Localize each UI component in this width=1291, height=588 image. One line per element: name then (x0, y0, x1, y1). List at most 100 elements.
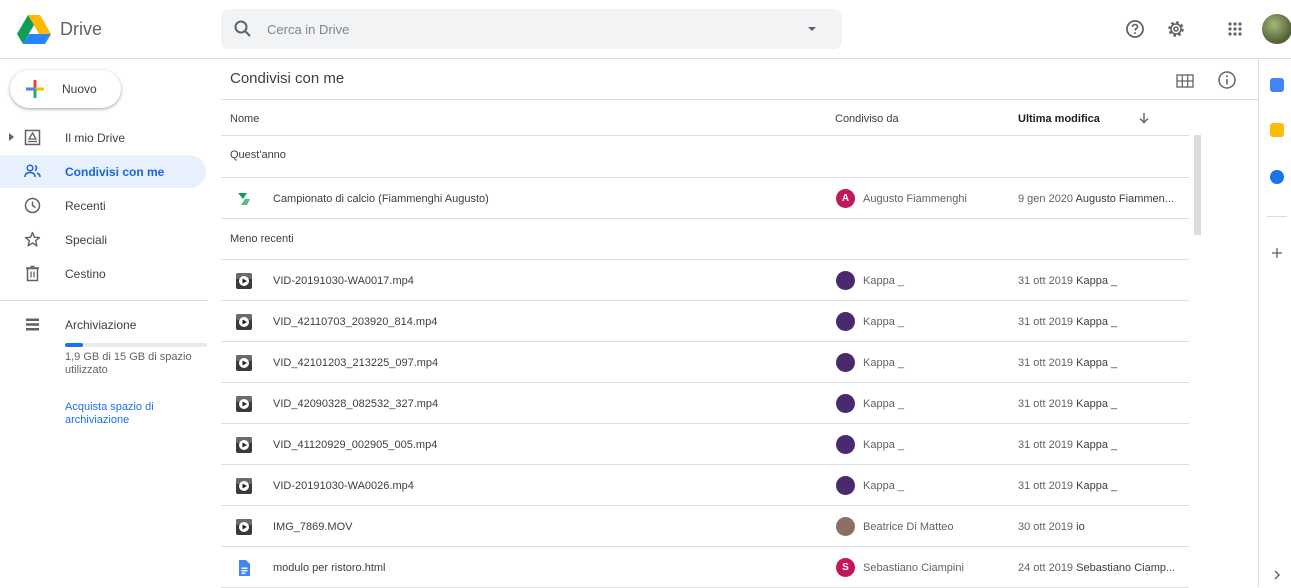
column-header-divider (221, 135, 1189, 136)
file-name: modulo per ristoro.html (273, 562, 386, 574)
storage-usage-text: 1,9 GB di 15 GB di spazio utilizzato (65, 351, 192, 376)
storage-progress-fill (65, 343, 84, 347)
search-icon[interactable] (233, 19, 253, 39)
modified-date: 31 ott 2019 Kappa _ (1018, 398, 1118, 410)
owner-name: Kappa _ (863, 275, 904, 287)
sidebar-item-starred[interactable]: Speciali (0, 223, 206, 256)
modified-date: 31 ott 2019 Kappa _ (1018, 275, 1118, 287)
app-name[interactable]: Drive (60, 19, 102, 40)
new-button[interactable]: Nuovo (10, 70, 121, 108)
file-row[interactable]: VID-20191030-WA0017.mp4 Kappa _ 31 ott 201… (221, 260, 1189, 301)
help-icon[interactable] (1124, 18, 1146, 40)
storage-icon (26, 318, 39, 331)
modified-date: 31 ott 2019 Kappa _ (1018, 316, 1118, 328)
file-name: VID_42101203_213225_097.mp4 (273, 357, 439, 369)
sidebar-divider (0, 300, 208, 301)
owner-avatar[interactable]: S (836, 558, 855, 577)
shared-sheet-icon (238, 193, 250, 205)
file-row[interactable]: VID_42101203_213225_097.mp4 Kappa _ 31 ott… (221, 342, 1189, 383)
search-input[interactable] (267, 17, 787, 41)
owner-avatar[interactable] (836, 271, 855, 290)
owner-name: Kappa _ (863, 480, 904, 492)
owner-name: Kappa _ (863, 357, 904, 369)
file-name: VID_42110703_203920_814.mp4 (273, 316, 438, 328)
file-row[interactable]: VID_41120929_002905_005.mp4 Kappa _ 31 ott… (221, 424, 1189, 465)
file-name: Campionato di calcio (Fiammenghi Augusto… (273, 193, 489, 205)
main-content: Condivisi con me Nome Condiviso da Ultim… (221, 59, 1258, 588)
column-header-shared-by[interactable]: Condiviso da (835, 113, 899, 125)
plus-icon (26, 80, 44, 98)
drive-logo-icon[interactable] (17, 15, 51, 45)
settings-gear-icon[interactable] (1165, 18, 1187, 40)
chevron-right-icon[interactable] (1272, 569, 1282, 581)
keep-icon[interactable] (1270, 123, 1284, 137)
sidebar-item-label: Recenti (65, 199, 106, 213)
video-thumbnail-icon (236, 396, 252, 412)
file-row[interactable]: IMG_7869.MOV Beatrice Di Matteo 30 ott 201… (221, 506, 1189, 547)
owner-avatar[interactable] (836, 435, 855, 454)
owner-avatar[interactable]: A (836, 189, 855, 208)
sidebar-item-my-drive[interactable]: Il mio Drive (0, 121, 206, 154)
my-drive-icon (24, 129, 41, 146)
owner-name: Kappa _ (863, 398, 904, 410)
side-panel-divider (1267, 216, 1287, 217)
tasks-icon[interactable] (1270, 170, 1284, 184)
sidebar-item-storage[interactable]: Archiviazione (0, 308, 206, 341)
sidebar-item-label: Condivisi con me (65, 165, 165, 179)
column-header-modified[interactable]: Ultima modifica (1018, 113, 1100, 125)
shared-with-me-icon (24, 164, 41, 178)
sidebar-item-recent[interactable]: Recenti (0, 189, 206, 222)
buy-storage-link[interactable]: Acquista spazio di archiviazione (65, 401, 205, 427)
document-icon (239, 560, 250, 576)
apps-grid-icon[interactable] (1224, 18, 1246, 40)
modified-date: 24 ott 2019 Sebastiano Ciamp... (1018, 562, 1176, 574)
grid-view-icon[interactable] (1176, 73, 1194, 89)
scrollbar-thumb[interactable] (1194, 135, 1201, 235)
search-bar[interactable] (221, 9, 842, 49)
video-thumbnail-icon (236, 478, 252, 494)
file-row[interactable]: Campionato di calcio (Fiammenghi Augusto… (221, 178, 1189, 219)
sidebar-item-label: Il mio Drive (65, 131, 126, 145)
modified-date: 9 gen 2020 Augusto Fiammen... (1018, 193, 1174, 205)
file-row[interactable]: VID_42090328_082532_327.mp4 Kappa _ 31 ott… (221, 383, 1189, 424)
owner-avatar[interactable] (836, 517, 855, 536)
add-addon-icon[interactable] (1271, 247, 1283, 259)
sidebar-item-trash[interactable]: Cestino (0, 257, 206, 290)
side-panel (1258, 59, 1291, 587)
file-row[interactable]: VID_42110703_203920_814.mp4 Kappa _ 31 ott… (221, 301, 1189, 342)
section-label-older: Meno recenti (230, 233, 294, 245)
calendar-icon[interactable] (1270, 78, 1284, 92)
sidebar-item-shared-with-me[interactable]: Condivisi con me (0, 155, 206, 188)
column-header-name[interactable]: Nome (230, 113, 259, 125)
file-row[interactable]: VID-20191030-WA0026.mp4 Kappa _ 31 ott 201… (221, 465, 1189, 506)
top-bar: Drive (0, 0, 1291, 59)
modified-date: 31 ott 2019 Kappa _ (1018, 480, 1118, 492)
storage-progress-bar (65, 343, 207, 347)
file-row[interactable]: modulo per ristoro.html S Sebastiano Ciamp… (221, 547, 1189, 588)
account-avatar[interactable] (1262, 14, 1291, 44)
new-button-label: Nuovo (62, 82, 97, 96)
header-divider (221, 99, 1258, 100)
search-options-icon[interactable] (804, 21, 820, 37)
owner-name: Kappa _ (863, 316, 904, 328)
page-title: Condivisi con me (230, 70, 345, 87)
owner-name: Beatrice Di Matteo (863, 521, 954, 533)
expand-arrow-icon[interactable] (9, 133, 14, 141)
file-name: VID_42090328_082532_327.mp4 (273, 398, 439, 410)
owner-avatar[interactable] (836, 312, 855, 331)
sidebar-item-label: Cestino (65, 267, 106, 281)
file-name: VID-20191030-WA0017.mp4 (273, 275, 414, 287)
owner-avatar[interactable] (836, 353, 855, 372)
sort-down-arrow-icon[interactable] (1137, 110, 1151, 126)
info-icon[interactable] (1217, 70, 1237, 90)
modified-date: 31 ott 2019 Kappa _ (1018, 357, 1118, 369)
trash-icon (26, 265, 39, 282)
video-thumbnail-icon (236, 437, 252, 453)
owner-avatar[interactable] (836, 476, 855, 495)
modified-date: 30 ott 2019 io (1018, 521, 1085, 533)
video-thumbnail-icon (236, 519, 252, 535)
owner-avatar[interactable] (836, 394, 855, 413)
section-label-this-year: Quest'anno (230, 149, 286, 161)
video-thumbnail-icon (236, 355, 252, 371)
file-name: VID-20191030-WA0026.mp4 (273, 480, 414, 492)
